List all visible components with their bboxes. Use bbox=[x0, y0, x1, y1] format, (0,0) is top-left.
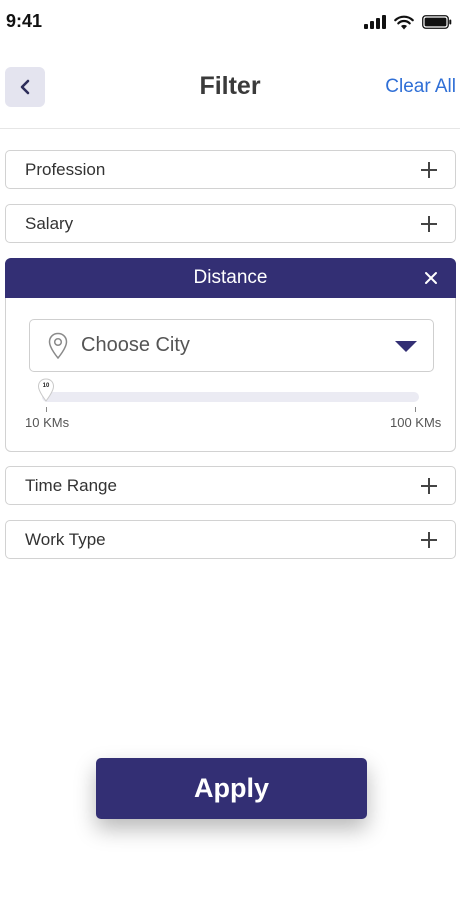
slider-max-tick bbox=[415, 407, 416, 412]
slider-value: 10 bbox=[42, 383, 50, 389]
distance-slider-thumb[interactable]: 10 bbox=[37, 378, 55, 402]
cellular-signal-icon bbox=[364, 15, 386, 29]
apply-button[interactable]: Apply bbox=[96, 758, 367, 819]
filter-time-range-label: Time Range bbox=[25, 476, 117, 495]
filter-time-range[interactable]: Time Range bbox=[5, 466, 456, 505]
status-bar: 9:41 bbox=[0, 0, 460, 44]
city-select[interactable]: Choose City bbox=[29, 319, 434, 372]
filter-work-type-label: Work Type bbox=[25, 530, 106, 549]
plus-icon bbox=[421, 162, 437, 178]
filter-profession-label: Profession bbox=[25, 160, 106, 179]
distance-header[interactable]: Distance bbox=[5, 258, 456, 298]
distance-title: Distance bbox=[193, 267, 268, 288]
slider-min-tick bbox=[46, 407, 47, 412]
plus-icon bbox=[421, 216, 437, 232]
caret-down-icon bbox=[395, 341, 417, 352]
plus-icon bbox=[421, 532, 437, 548]
wifi-icon bbox=[394, 15, 414, 29]
slider-max-label: 100 KMs bbox=[390, 415, 442, 430]
slider-min-label: 10 KMs bbox=[25, 415, 70, 430]
filter-salary[interactable]: Salary bbox=[5, 204, 456, 243]
battery-icon bbox=[422, 15, 452, 29]
status-time: 9:41 bbox=[6, 11, 43, 31]
status-icons bbox=[364, 12, 452, 32]
plus-icon bbox=[421, 478, 437, 494]
header-divider bbox=[0, 128, 460, 129]
clear-all-button[interactable]: Clear All bbox=[385, 76, 456, 98]
distance-slider-track[interactable] bbox=[42, 392, 419, 402]
close-icon[interactable] bbox=[422, 269, 440, 287]
filter-salary-label: Salary bbox=[25, 214, 74, 233]
slider-thumb-icon bbox=[37, 378, 55, 402]
city-select-placeholder: Choose City bbox=[81, 334, 190, 356]
map-pin-icon bbox=[48, 332, 68, 360]
filter-work-type[interactable]: Work Type bbox=[5, 520, 456, 559]
filter-profession[interactable]: Profession bbox=[5, 150, 456, 189]
